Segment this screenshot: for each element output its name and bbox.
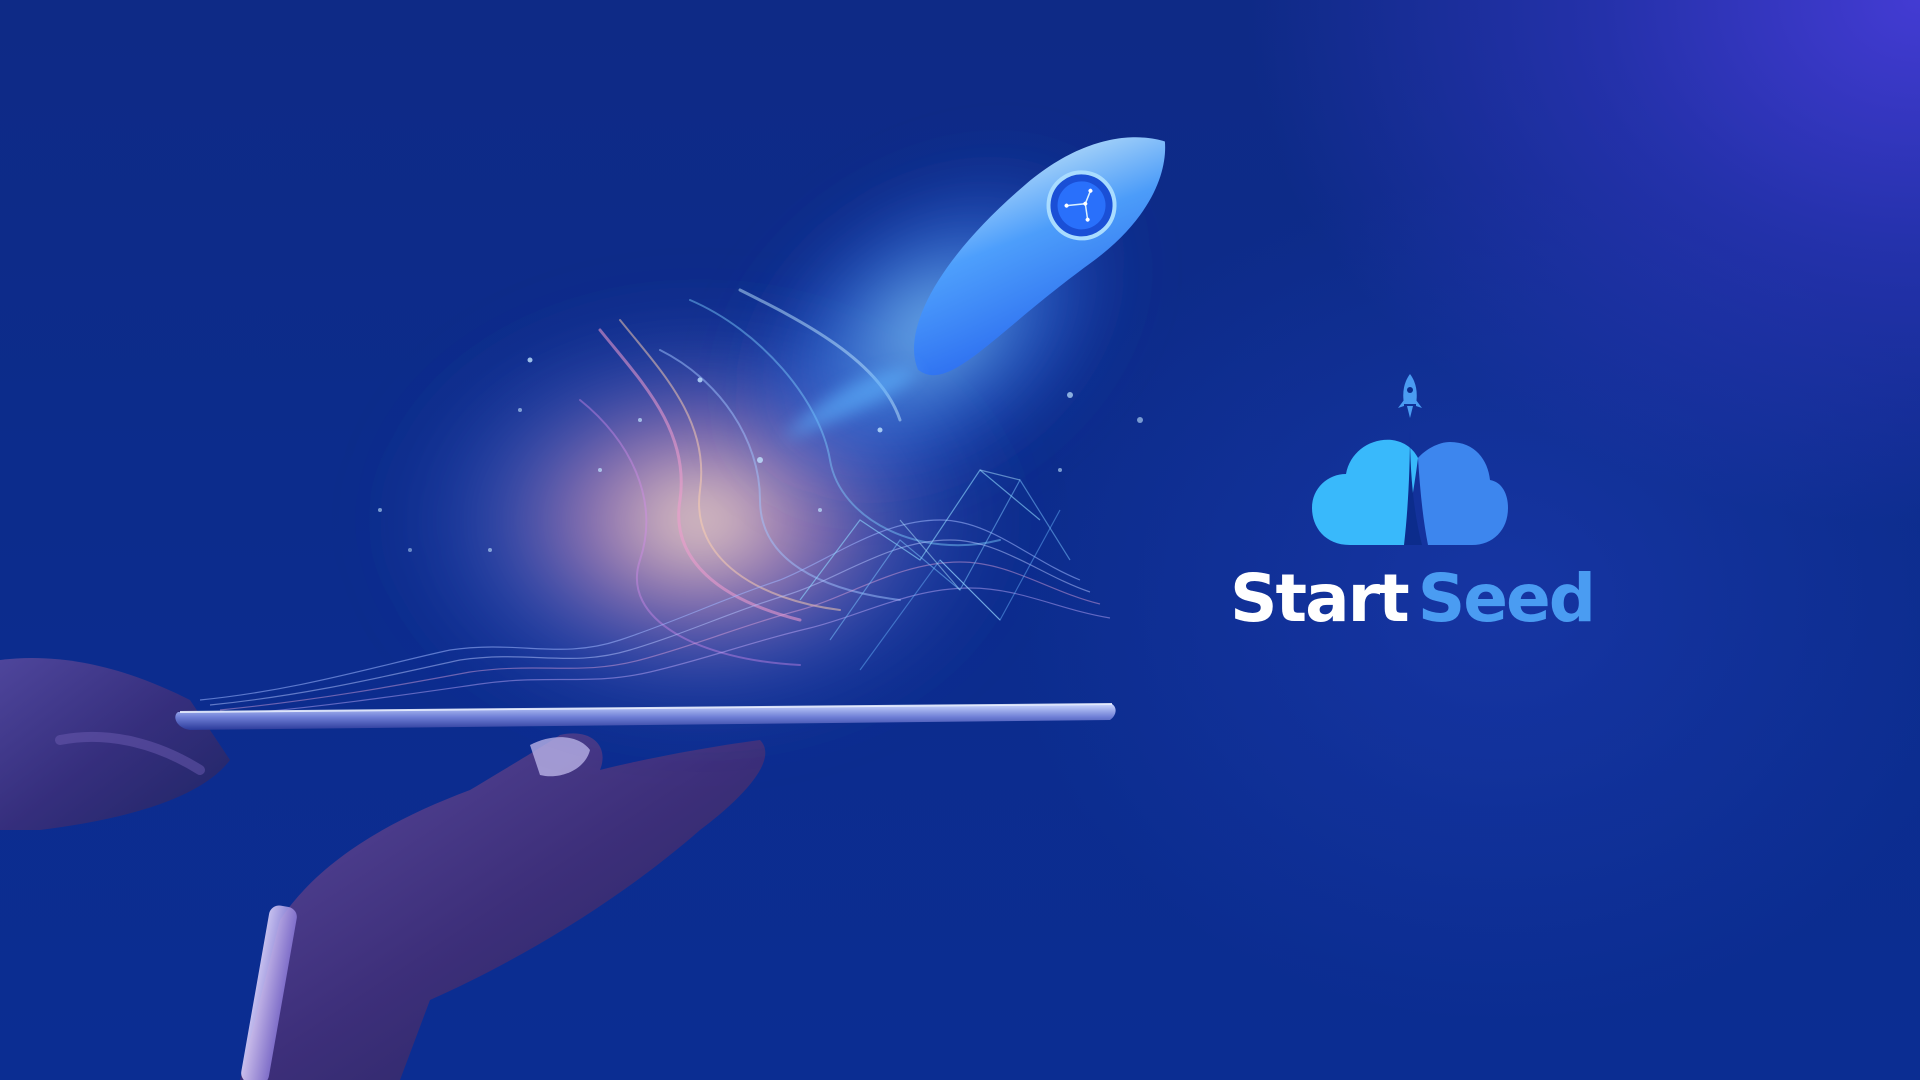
- rocket-cloud-logo-icon: [1312, 374, 1508, 545]
- hero-banner: Start Seed: [0, 0, 1920, 1080]
- hero-illustration: [0, 137, 1166, 1080]
- left-hand: [0, 658, 230, 830]
- brand-name-seed: Seed: [1417, 560, 1596, 637]
- brand-name: Start Seed: [1230, 560, 1596, 646]
- brand-logo: Start Seed: [1230, 370, 1596, 650]
- right-hand: [240, 733, 766, 1080]
- brand-name-start: Start: [1230, 560, 1410, 637]
